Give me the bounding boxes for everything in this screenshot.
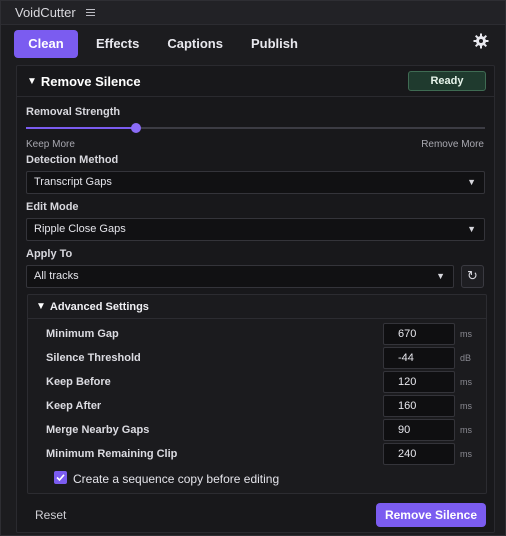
edit-mode-select[interactable]: Ripple Close Gaps ▼ <box>26 218 485 241</box>
collapse-caret-icon[interactable]: ▼ <box>27 76 37 87</box>
sequence-copy-checkbox[interactable] <box>54 471 67 484</box>
removal-strength-slider-thumb[interactable] <box>131 123 142 133</box>
tab-captions[interactable]: Captions <box>155 30 235 58</box>
setting-row: Minimum Gap 670 ms <box>46 323 476 345</box>
setting-unit: ms <box>460 377 472 387</box>
tab-bar: Clean Effects Captions Publish <box>1 26 505 62</box>
remove-silence-button[interactable]: Remove Silence <box>376 503 486 527</box>
advanced-settings-title: Advanced Settings <box>49 300 149 313</box>
removal-strength-slider-fill <box>26 127 137 129</box>
tab-publish[interactable]: Publish <box>239 30 310 58</box>
detection-method-select[interactable]: Transcript Gaps ▼ <box>26 171 485 194</box>
setting-row: Keep After 160 ms <box>46 395 476 417</box>
merge-nearby-gaps-input[interactable]: 90 <box>383 419 455 441</box>
remove-more-label: Remove More <box>421 139 484 150</box>
minimum-remaining-clip-input[interactable]: 240 <box>383 443 455 465</box>
checkmark-icon <box>56 474 65 482</box>
hamburger-menu-icon[interactable] <box>85 8 96 17</box>
apply-to-select[interactable]: All tracks ▼ <box>26 265 454 288</box>
setting-label: Minimum Remaining Clip <box>46 448 178 460</box>
remove-silence-panel: ▼ Remove Silence Ready Removal Strength … <box>16 65 495 533</box>
detection-method-value: Transcript Gaps <box>34 176 112 188</box>
setting-unit: ms <box>460 329 472 339</box>
edit-mode-label: Edit Mode <box>26 201 79 213</box>
refresh-button[interactable]: ↻ <box>461 265 484 288</box>
advanced-settings-header[interactable]: ▼ Advanced Settings <box>28 295 486 319</box>
dropdown-arrow-icon: ▼ <box>467 224 476 234</box>
apply-to-value: All tracks <box>34 270 79 282</box>
setting-label: Silence Threshold <box>46 352 141 364</box>
keep-more-label: Keep More <box>26 139 75 150</box>
app-window: VoidCutter Clean Effects Captions Publis… <box>0 0 506 536</box>
keep-after-input[interactable]: 160 <box>383 395 455 417</box>
minimum-gap-input[interactable]: 670 <box>383 323 455 345</box>
keep-before-input[interactable]: 120 <box>383 371 455 393</box>
setting-unit: ms <box>460 401 472 411</box>
app-title: VoidCutter <box>15 5 76 20</box>
setting-label: Merge Nearby Gaps <box>46 424 150 436</box>
detection-method-label: Detection Method <box>26 154 119 166</box>
sequence-copy-label[interactable]: Create a sequence copy before editing <box>73 472 279 486</box>
section-title: Remove Silence <box>40 73 141 89</box>
apply-to-label: Apply To <box>26 248 73 260</box>
title-bar: VoidCutter <box>1 1 505 25</box>
silence-threshold-input[interactable]: -44 <box>383 347 455 369</box>
setting-label: Keep Before <box>46 376 111 388</box>
setting-unit: dB <box>460 353 472 363</box>
setting-row: Silence Threshold -44 dB <box>46 347 476 369</box>
setting-unit: ms <box>460 425 472 435</box>
removal-strength-label: Removal Strength <box>26 106 121 118</box>
dropdown-arrow-icon: ▼ <box>467 177 476 187</box>
advanced-settings-panel: ▼ Advanced Settings Minimum Gap 670 ms S… <box>27 294 487 494</box>
setting-row: Minimum Remaining Clip 240 ms <box>46 443 476 465</box>
setting-unit: ms <box>460 449 472 459</box>
collapse-caret-icon[interactable]: ▼ <box>36 301 46 312</box>
status-badge: Ready <box>408 71 486 91</box>
setting-row: Merge Nearby Gaps 90 ms <box>46 419 476 441</box>
divider <box>17 96 494 97</box>
tab-effects[interactable]: Effects <box>84 30 151 58</box>
reset-button[interactable]: Reset <box>35 508 66 522</box>
setting-label: Keep After <box>46 400 102 412</box>
dropdown-arrow-icon: ▼ <box>436 271 445 281</box>
gear-icon[interactable] <box>473 33 489 49</box>
setting-label: Minimum Gap <box>46 328 119 340</box>
tab-clean[interactable]: Clean <box>14 30 78 58</box>
setting-row: Keep Before 120 ms <box>46 371 476 393</box>
edit-mode-value: Ripple Close Gaps <box>34 223 126 235</box>
refresh-icon: ↻ <box>467 268 478 283</box>
